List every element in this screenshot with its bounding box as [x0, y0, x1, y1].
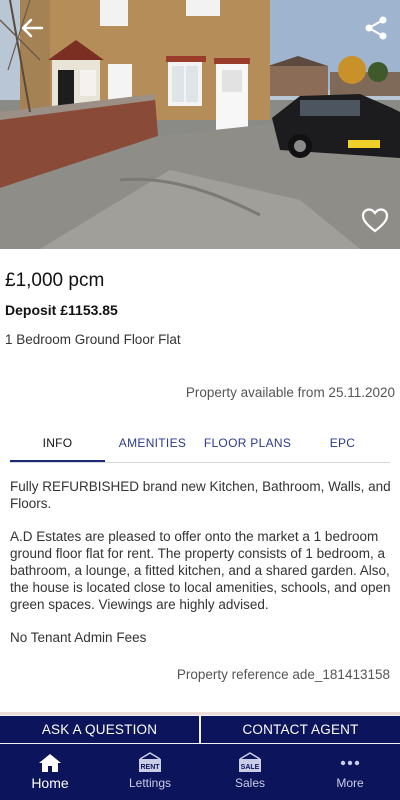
rent-sign-icon: RENT — [139, 752, 161, 772]
rent-price: £1,000 pcm — [5, 270, 105, 291]
sale-badge-text: SALE — [241, 764, 260, 771]
deposit-amount: Deposit £1153.85 — [5, 302, 118, 318]
nav-lettings-label: Lettings — [128, 776, 172, 790]
favourite-heart-icon[interactable] — [360, 205, 390, 235]
availability-date: Property available from 25.11.2020 — [185, 385, 395, 400]
home-icon — [39, 754, 61, 772]
rent-badge-text: RENT — [140, 764, 160, 771]
share-icon[interactable] — [362, 14, 390, 42]
property-reference: Property reference ade_181413158 — [176, 667, 390, 682]
contact-agent-button[interactable]: CONTACT AGENT — [201, 716, 400, 743]
ask-question-button[interactable]: ASK A QUESTION — [0, 716, 199, 743]
tab-info[interactable]: INFO — [10, 425, 105, 462]
nav-sales-label: Sales — [234, 776, 266, 790]
property-photo[interactable] — [0, 0, 400, 249]
nav-lettings[interactable]: RENT Lettings — [100, 744, 200, 800]
more-dots-icon — [340, 760, 360, 766]
bottom-navigation: Home RENT Lettings SALE Sales More — [0, 744, 400, 800]
info-paragraph: A.D Estates are pleased to offer onto th… — [10, 529, 391, 612]
divider — [0, 712, 400, 715]
nav-sales[interactable]: SALE Sales — [200, 744, 300, 800]
info-paragraph: Fully REFURBISHED brand new Kitchen, Bat… — [10, 479, 391, 511]
nav-more[interactable]: More — [300, 744, 400, 800]
nav-home[interactable]: Home — [0, 744, 100, 800]
tab-floor-plans[interactable]: FLOOR PLANS — [200, 425, 295, 462]
info-panel: Fully REFURBISHED brand new Kitchen, Bat… — [10, 478, 392, 662]
tenant-fees-note: No Tenant Admin Fees — [10, 630, 147, 645]
detail-tabs: INFO AMENITIES FLOOR PLANS EPC — [10, 425, 390, 463]
back-arrow-icon[interactable] — [18, 14, 46, 42]
property-photo-image — [0, 0, 400, 249]
nav-home-label: Home — [31, 775, 69, 791]
tab-amenities[interactable]: AMENITIES — [105, 425, 200, 462]
sale-sign-icon: SALE — [239, 752, 261, 772]
action-bar: ASK A QUESTION CONTACT AGENT — [0, 712, 400, 744]
tab-epc[interactable]: EPC — [295, 425, 390, 462]
nav-more-label: More — [336, 776, 364, 790]
property-type: 1 Bedroom Ground Floor Flat — [5, 332, 181, 347]
